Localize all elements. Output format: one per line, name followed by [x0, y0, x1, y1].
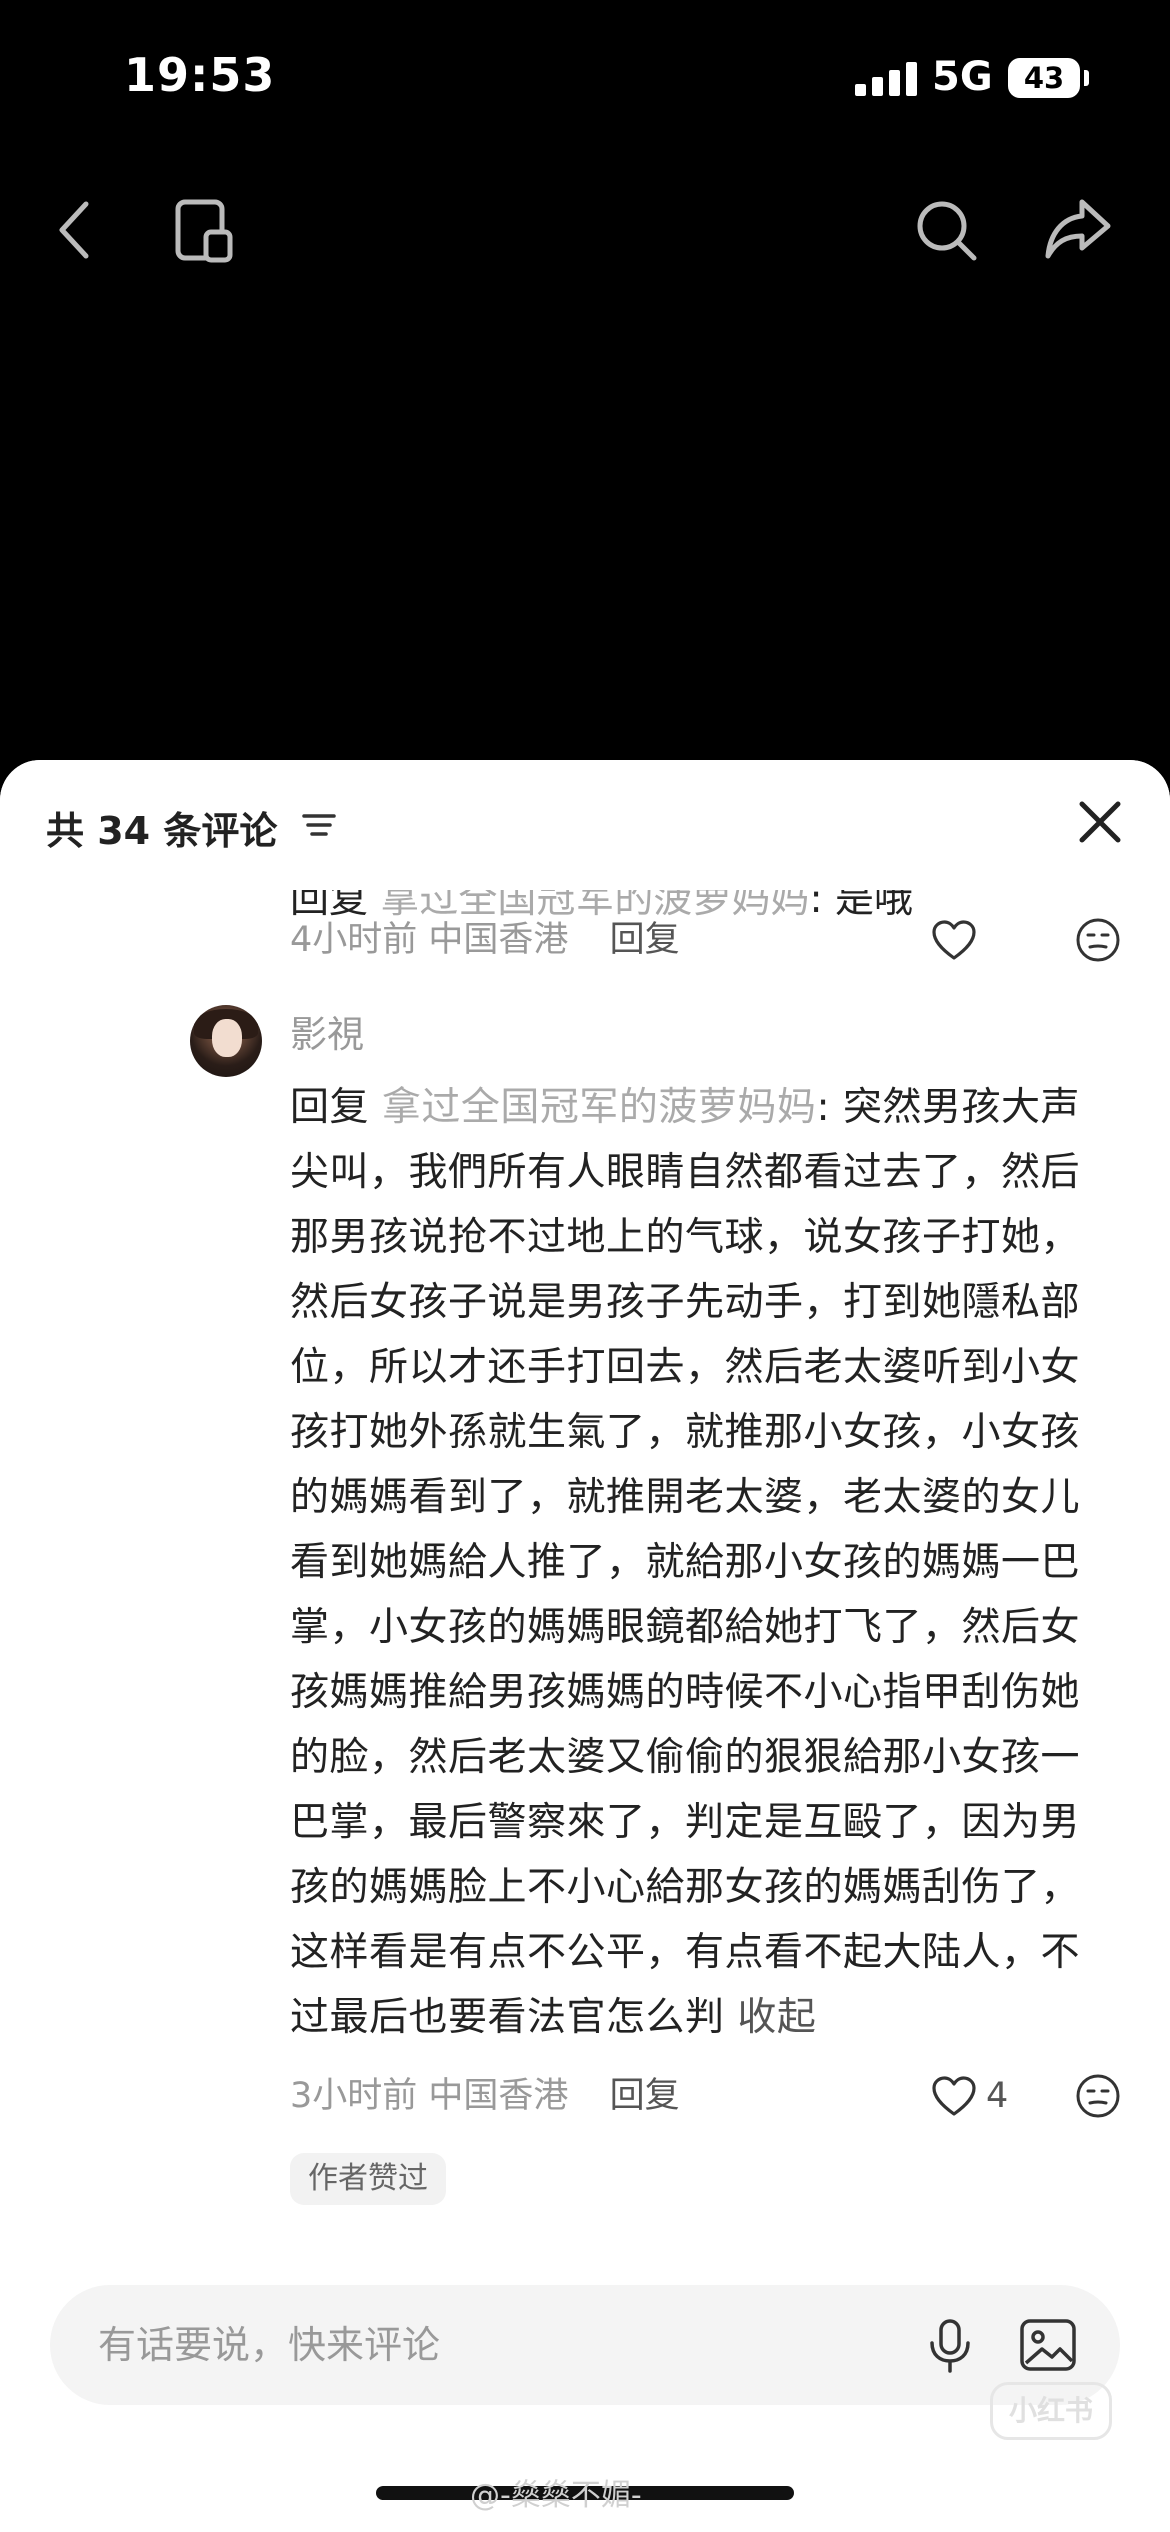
comment-location: 中国香港	[428, 920, 569, 960]
comment-meta: 3小时前 中国香港 回复 4	[290, 2066, 1130, 2126]
avatar[interactable]	[190, 1005, 262, 1077]
image-icon[interactable]	[1016, 2315, 1080, 2375]
emoji-react-icon[interactable]	[1074, 2072, 1122, 2120]
reply-target[interactable]: 拿过全国冠军的菠萝妈妈	[382, 1085, 817, 1130]
status-bar: 19:53 5G 43	[0, 0, 1170, 150]
comment-text: 回复 拿过全国冠军的菠萝妈妈: 突然男孩大声尖叫，我們所有人眼睛自然都看过去了，…	[290, 1075, 1110, 2050]
author-liked-badge: 作者赞过	[290, 2153, 446, 2205]
status-time: 19:53	[124, 48, 276, 102]
top-nav	[0, 180, 1170, 280]
battery-icon: 43	[1008, 58, 1080, 98]
comment-count-title: 共 34 条评论	[46, 809, 278, 853]
comments-header: 共 34 条评论	[0, 760, 1170, 890]
watermark-text: 小红书	[1008, 2394, 1093, 2427]
like-button[interactable]: 4	[930, 2072, 1008, 2120]
filter-lines-icon[interactable]	[300, 808, 340, 842]
network-type: 5G	[932, 54, 993, 100]
emoji-react-icon[interactable]	[1074, 916, 1122, 964]
share-arrow-icon[interactable]	[1040, 192, 1116, 268]
comment-content: : 突然男孩大声尖叫，我們所有人眼睛自然都看过去了，然后那男孩说抢不过地上的气球…	[290, 1085, 1081, 2040]
battery-tip	[1084, 70, 1089, 86]
comments-sheet: 回复 拿过全国冠军的菠萝妈妈: 是哦 共 34 条评论 4小时前 中国香港 回复…	[0, 760, 1170, 2532]
chevron-left-icon[interactable]	[38, 192, 114, 268]
author-name[interactable]: 影視	[290, 1000, 364, 1070]
page-pip-icon[interactable]	[166, 192, 242, 268]
heart-icon	[932, 2076, 976, 2116]
comment-time: 4小时前	[290, 920, 418, 960]
reply-button[interactable]: 回复	[610, 2076, 680, 2116]
reply-prefix: 回复	[290, 1085, 370, 1130]
weibo-credit: @-燊燊不媚-	[470, 2478, 642, 2513]
previous-comment-meta: 4小时前 中国香港 回复	[290, 910, 1130, 970]
microphone-icon[interactable]	[920, 2315, 980, 2375]
like-count: 4	[986, 2076, 1009, 2116]
like-button[interactable]	[930, 916, 978, 964]
heart-icon	[932, 920, 976, 960]
xiaohongshu-watermark: 小红书	[990, 2382, 1112, 2440]
comment-location: 中国香港	[428, 2076, 569, 2116]
search-icon[interactable]	[908, 192, 984, 268]
comment-input-bar[interactable]: 有话要说，快来评论	[50, 2285, 1120, 2405]
comment-time: 3小时前	[290, 2076, 418, 2116]
close-x-icon[interactable]	[1074, 796, 1126, 848]
collapse-link[interactable]: 收起	[737, 1995, 816, 2040]
signal-icon	[855, 62, 917, 96]
comment-input-placeholder[interactable]: 有话要说，快来评论	[98, 2285, 440, 2405]
reply-button[interactable]: 回复	[610, 920, 680, 960]
